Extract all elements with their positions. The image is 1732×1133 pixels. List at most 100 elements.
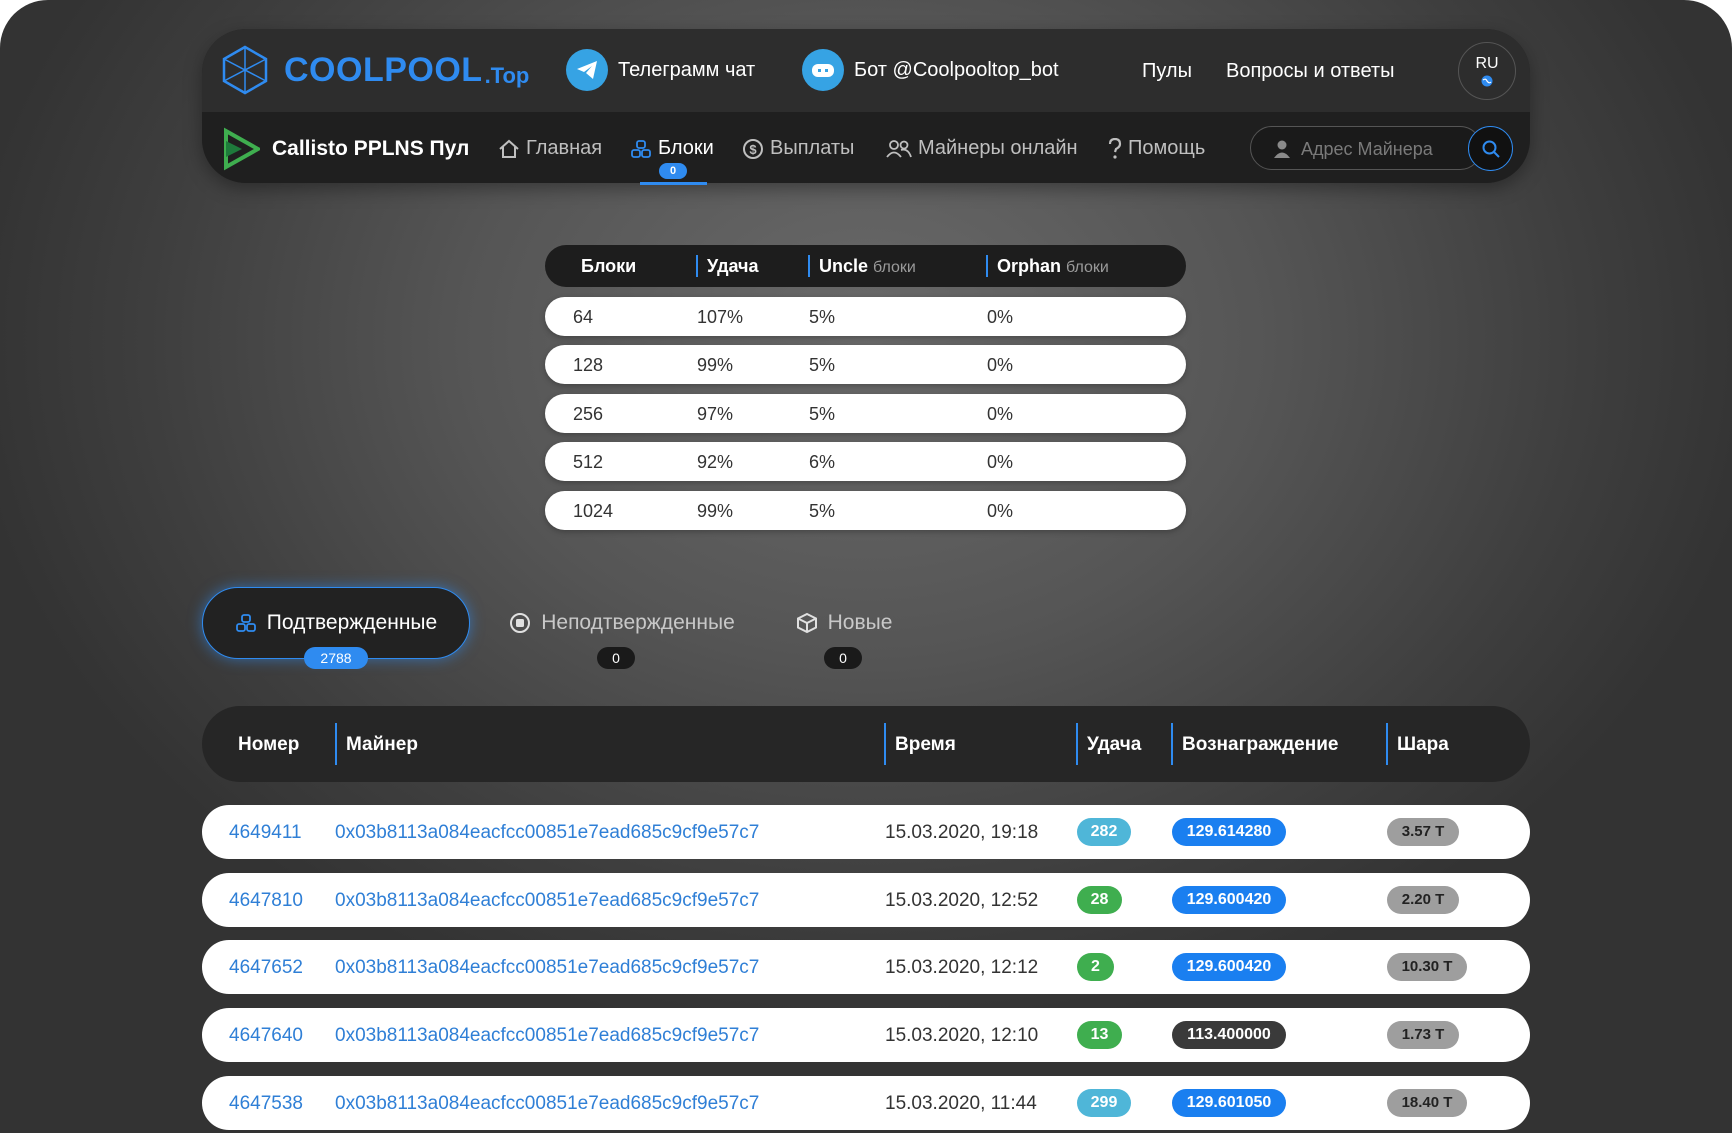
- luck-badge: 282: [1077, 818, 1131, 846]
- search-button[interactable]: [1468, 126, 1513, 171]
- block-time: 15.03.2020, 12:12: [885, 957, 1039, 978]
- miner-link[interactable]: 0x03b8113a084eacfcc00851e7ead685c9cf9e57…: [335, 1093, 759, 1115]
- miner-search: [1250, 126, 1482, 170]
- stats-row: 512 92% 6% 0%: [545, 442, 1186, 481]
- reward-badge: 129.600420: [1172, 953, 1286, 981]
- stats-col-luck: Удача: [707, 256, 759, 276]
- miner-address-input[interactable]: [1301, 137, 1451, 161]
- table-row: 4649411 0x03b8113a084eacfcc00851e7ead685…: [202, 805, 1530, 859]
- luck-badge: 299: [1077, 1089, 1131, 1117]
- block-number-link[interactable]: 4647640: [229, 1025, 303, 1047]
- block-time: 15.03.2020, 12:10: [885, 1025, 1039, 1046]
- nav-home[interactable]: Главная: [498, 137, 602, 160]
- block-number-link[interactable]: 4649411: [229, 822, 302, 844]
- share-badge: 10.30 T: [1387, 953, 1467, 981]
- page: COOLPOOL .Top Телеграмм чат Бот @Coolpoo…: [0, 0, 1732, 1133]
- nav-active-indicator: [640, 182, 707, 185]
- bot-label: Бот @Coolpooltop_bot: [854, 58, 1059, 81]
- col-luck: Удача: [1087, 734, 1142, 755]
- block-time: 15.03.2020, 12:52: [885, 890, 1039, 911]
- stats-row: 64 107% 5% 0%: [545, 297, 1186, 336]
- telegram-icon: [566, 49, 608, 91]
- nav-payments[interactable]: $ Выплаты: [742, 137, 854, 160]
- share-badge: 1.73 T: [1387, 1021, 1459, 1049]
- blocks-table-header: Номер Майнер Время Удача Вознаграждение …: [202, 706, 1530, 782]
- block-number-link[interactable]: 4647810: [229, 890, 303, 912]
- table-row: 4647810 0x03b8113a084eacfcc00851e7ead685…: [202, 873, 1530, 927]
- nav-payments-label: Выплаты: [770, 137, 855, 159]
- faq-link[interactable]: Вопросы и ответы: [1226, 60, 1394, 83]
- luck-badge: 13: [1077, 1021, 1122, 1049]
- blocks-icon: [631, 139, 651, 158]
- callisto-logo-icon: [224, 127, 260, 171]
- share-badge: 18.40 T: [1387, 1089, 1467, 1117]
- share-badge: 2.20 T: [1387, 886, 1459, 914]
- share-badge: 3.57 T: [1387, 818, 1459, 846]
- reward-badge: 129.601050: [1172, 1089, 1286, 1117]
- block-number-link[interactable]: 4647652: [229, 957, 303, 979]
- bot-icon: [802, 49, 844, 91]
- nav-help[interactable]: Помощь: [1108, 137, 1205, 160]
- reward-badge: 129.614280: [1172, 818, 1286, 846]
- dollar-icon: $: [743, 138, 763, 159]
- reward-badge: 113.400000: [1172, 1021, 1286, 1049]
- pool-name: Callisto PPLNS Пул: [272, 137, 470, 160]
- miner-link[interactable]: 0x03b8113a084eacfcc00851e7ead685c9cf9e57…: [335, 890, 759, 912]
- luck-badge: 2: [1077, 953, 1114, 981]
- miner-link[interactable]: 0x03b8113a084eacfcc00851e7ead685c9cf9e57…: [335, 1025, 759, 1047]
- block-time: 15.03.2020, 19:18: [885, 822, 1039, 843]
- question-icon: [1108, 137, 1122, 159]
- miner-link[interactable]: 0x03b8113a084eacfcc00851e7ead685c9cf9e57…: [335, 822, 759, 844]
- block-time: 15.03.2020, 11:44: [885, 1093, 1037, 1114]
- luck-stats-header: Блоки Удача Uncle блоки Orphan блоки: [545, 245, 1186, 287]
- globe-icon: [1481, 75, 1493, 87]
- col-time: Время: [895, 734, 956, 755]
- table-row: 4647652 0x03b8113a084eacfcc00851e7ead685…: [202, 940, 1530, 994]
- stats-col-orphan: Orphan блоки: [997, 256, 1109, 276]
- col-share: Шара: [1397, 734, 1449, 755]
- nav-miners-online-label: Майнеры онлайн: [918, 137, 1078, 159]
- users-icon: [886, 139, 912, 158]
- new-count-badge: 0: [824, 647, 862, 669]
- miner-link[interactable]: 0x03b8113a084eacfcc00851e7ead685c9cf9e57…: [335, 957, 759, 979]
- pools-link[interactable]: Пулы: [1142, 60, 1192, 83]
- confirmed-count-badge: 2788: [304, 647, 368, 669]
- stats-row: 1024 99% 5% 0%: [545, 491, 1186, 530]
- nav-home-label: Главная: [526, 137, 603, 159]
- nav-blocks-label: Блоки: [658, 137, 714, 159]
- telegram-chat-link[interactable]: Телеграмм чат: [566, 49, 755, 91]
- col-miner: Майнер: [346, 734, 418, 755]
- pool-title[interactable]: Callisto PPLNS Пул: [220, 127, 469, 171]
- user-icon: [1274, 140, 1290, 158]
- stats-row: 256 97% 5% 0%: [545, 394, 1186, 433]
- language-selector[interactable]: RU: [1458, 42, 1516, 100]
- stats-col-uncle: Uncle блоки: [819, 256, 916, 276]
- tab-confirmed-label: Подтвержденные: [266, 611, 438, 634]
- table-row: 4647640 0x03b8113a084eacfcc00851e7ead685…: [202, 1008, 1530, 1062]
- bot-link[interactable]: Бот @Coolpooltop_bot: [802, 49, 1059, 91]
- logo-icon: [222, 45, 268, 95]
- nav-help-label: Помощь: [1128, 137, 1206, 159]
- table-row: 4647538 0x03b8113a084eacfcc00851e7ead685…: [202, 1076, 1530, 1130]
- nav-miners-online[interactable]: Майнеры онлайн: [886, 137, 1078, 160]
- col-reward: Вознаграждение: [1182, 734, 1339, 755]
- svg-text:$: $: [749, 142, 757, 157]
- nav-blocks[interactable]: Блоки: [630, 137, 714, 160]
- blocks-icon: [235, 614, 256, 632]
- stats-row: 128 99% 5% 0%: [545, 345, 1186, 384]
- search-icon: [1482, 140, 1500, 158]
- cube-icon: [796, 612, 817, 634]
- language-label: RU: [1475, 55, 1499, 72]
- block-number-link[interactable]: 4647538: [229, 1093, 303, 1115]
- telegram-chat-label: Телеграмм чат: [618, 58, 756, 81]
- logo-text: COOLPOOL: [284, 50, 483, 89]
- stop-circle-icon: [510, 613, 531, 633]
- site-logo[interactable]: COOLPOOL .Top: [220, 45, 529, 95]
- logo-sub: .Top: [484, 63, 530, 88]
- tab-new-label: Новые: [827, 611, 893, 634]
- blocks-count-badge: 0: [659, 163, 687, 179]
- unconfirmed-count-badge: 0: [597, 647, 635, 669]
- reward-badge: 129.600420: [1172, 886, 1286, 914]
- col-number: Номер: [238, 734, 300, 755]
- home-icon: [499, 139, 519, 158]
